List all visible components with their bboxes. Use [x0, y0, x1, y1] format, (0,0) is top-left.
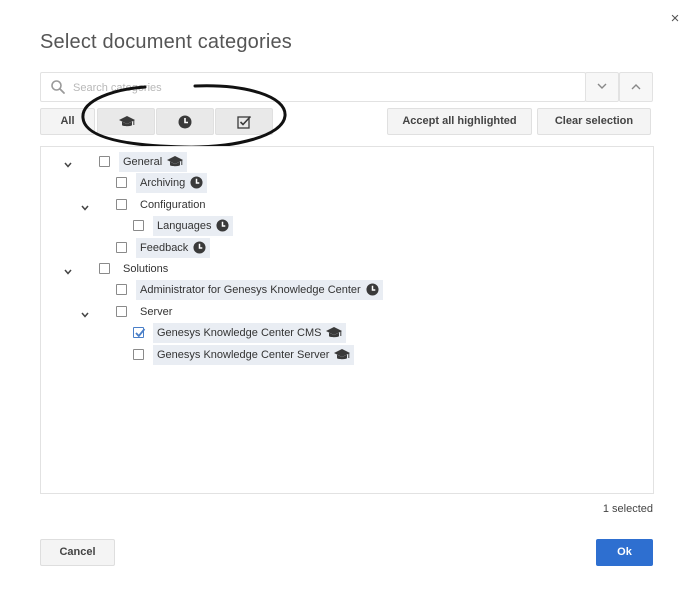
selected-count: 1 selected [602, 503, 653, 515]
graduation-cap-icon [119, 116, 135, 127]
accept-all-highlighted-button[interactable]: Accept all highlighted [387, 108, 532, 135]
chevron-up-icon [631, 84, 641, 90]
category-label[interactable]: Solutions [119, 259, 172, 279]
filter-recent-button[interactable] [156, 108, 214, 135]
clock-icon [366, 283, 379, 303]
category-checkbox[interactable] [133, 348, 144, 360]
category-checkbox[interactable] [133, 327, 146, 339]
category-label-text: Server [140, 305, 173, 318]
filter-training-button[interactable] [97, 108, 155, 135]
cancel-button[interactable]: Cancel [40, 539, 115, 566]
clear-selection-button[interactable]: Clear selection [537, 108, 651, 135]
tree-row: Server [41, 302, 651, 322]
chevron-down-icon[interactable] [63, 264, 73, 275]
tree-row: Administrator for Genesys Knowledge Cent… [41, 280, 651, 303]
category-label[interactable]: Genesys Knowledge Center Server [153, 344, 355, 365]
category-label[interactable]: Feedback [136, 237, 211, 261]
clock-icon [216, 219, 229, 239]
category-label[interactable]: Configuration [136, 195, 209, 215]
tree-row: General [41, 152, 651, 172]
category-checkbox[interactable] [116, 284, 127, 296]
category-checkbox[interactable] [116, 241, 127, 253]
previous-match-button[interactable] [619, 72, 653, 102]
category-label-text: Languages [157, 220, 212, 233]
chevron-down-icon[interactable] [80, 307, 90, 318]
checkmark-icon [135, 328, 146, 338]
category-label-text: Solutions [123, 263, 169, 275]
next-match-button[interactable] [585, 72, 619, 102]
category-checkbox[interactable] [116, 305, 127, 317]
close-icon[interactable]: × [666, 10, 684, 28]
clock-icon [190, 176, 203, 196]
category-checkbox[interactable] [99, 263, 110, 274]
filter-selected-button[interactable] [215, 108, 273, 135]
category-label[interactable]: General [119, 152, 188, 172]
chevron-down-icon [597, 83, 607, 89]
category-label-text: Genesys Knowledge Center CMS [157, 327, 322, 340]
category-checkbox[interactable] [99, 156, 110, 167]
filter-all-button[interactable]: All [40, 108, 95, 135]
search-box [40, 72, 586, 102]
dialog-title: Select document categories [40, 31, 293, 53]
search-icon [51, 80, 65, 94]
tree-row: Solutions [41, 259, 651, 279]
tree-row: Languages [41, 216, 651, 239]
category-label-text: Configuration [140, 198, 206, 211]
tree-row: Feedback [41, 237, 651, 261]
category-label-text: Archiving [140, 177, 186, 190]
category-label[interactable]: Archiving [136, 173, 208, 196]
category-checkbox[interactable] [116, 177, 127, 189]
tree-row: Configuration [41, 195, 651, 215]
category-tree: General Archiving Configuration Languages Fe… [40, 146, 654, 494]
category-label[interactable]: Languages [153, 216, 234, 239]
category-label[interactable]: Genesys Knowledge Center CMS [153, 323, 347, 344]
graduation-cap-icon [334, 348, 351, 369]
checkbox-icon [237, 115, 252, 129]
search-input[interactable] [71, 74, 575, 102]
ok-button[interactable]: Ok [596, 539, 653, 566]
category-label-text: Administrator for Genesys Knowledge Cent… [140, 284, 361, 297]
clock-icon [178, 115, 192, 129]
category-label-text: General [123, 156, 163, 168]
tree-row: Archiving [41, 173, 651, 196]
tree-row: Genesys Knowledge Center Server [41, 344, 651, 365]
category-label-text: Feedback [140, 241, 189, 254]
category-checkbox[interactable] [133, 220, 144, 232]
chevron-down-icon[interactable] [63, 157, 73, 168]
category-label[interactable]: Server [136, 302, 176, 322]
category-label-text: Genesys Knowledge Center Server [157, 348, 330, 361]
chevron-down-icon[interactable] [80, 200, 90, 211]
category-label[interactable]: Administrator for Genesys Knowledge Cent… [136, 280, 383, 303]
category-checkbox[interactable] [116, 198, 127, 210]
tree-row: Genesys Knowledge Center CMS [41, 323, 651, 344]
clock-icon [193, 241, 206, 261]
